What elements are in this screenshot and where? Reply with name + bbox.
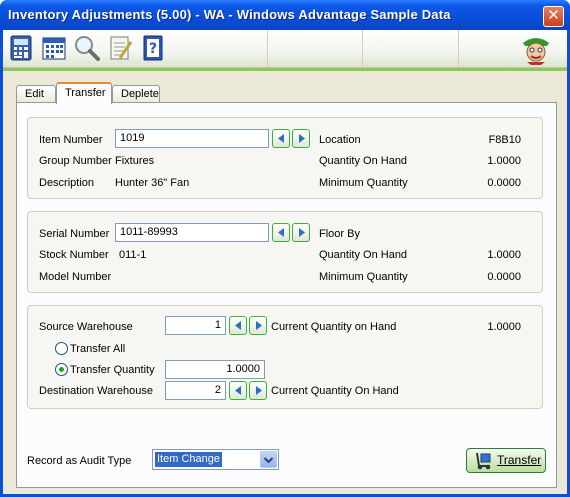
dropdown-button[interactable] [260, 451, 277, 468]
current-qoh-label: Current Quantity on Hand [271, 321, 397, 333]
source-prev-button[interactable] [229, 316, 247, 335]
audit-type-label: Record as Audit Type [27, 455, 132, 467]
serial-min-qty-label: Minimum Quantity [319, 271, 408, 283]
transfer-quantity-label[interactable]: Transfer Quantity [70, 363, 155, 377]
location-value: F8B10 [488, 134, 521, 146]
source-warehouse-label: Source Warehouse [39, 321, 133, 333]
serial-number-input[interactable]: 1011-89993 [115, 223, 269, 242]
arrow-left-icon [235, 386, 241, 395]
source-warehouse-input[interactable]: 1 [165, 316, 226, 335]
toolbar: ? [3, 30, 567, 68]
serial-next-button[interactable] [292, 223, 310, 242]
description-value: Hunter 36" Fan [115, 177, 190, 189]
calculator-button[interactable] [7, 34, 35, 62]
serial-prev-button[interactable] [272, 223, 290, 242]
description-label: Description [39, 177, 95, 189]
client-area: ? Edit Transfer Deplete Item Number 1019… [3, 30, 567, 494]
source-nav [229, 316, 267, 335]
arrow-left-icon [235, 321, 241, 330]
serial-qoh-value: 1.0000 [487, 249, 521, 261]
item-number-label: Item Number [39, 134, 103, 146]
qoh-value: 1.0000 [487, 155, 521, 167]
notes-button[interactable] [106, 34, 134, 62]
arrow-right-icon [299, 134, 305, 143]
destination-nav [229, 381, 267, 400]
help-button[interactable]: ? [139, 34, 167, 62]
serial-qoh-label: Quantity On Hand [319, 249, 408, 261]
item-next-button[interactable] [292, 129, 310, 148]
min-qty-value: 0.0000 [487, 177, 521, 189]
close-icon: ✕ [547, 7, 560, 24]
calendar-icon [42, 37, 66, 60]
item-nav [272, 129, 310, 148]
stock-number-value: 011-1 [119, 249, 147, 261]
item-group: Item Number 1019 Group Number Fixtures D… [27, 117, 543, 199]
title-bar[interactable]: Inventory Adjustments (5.00) - WA - Wind… [0, 0, 570, 30]
transfer-button[interactable]: Transfer [466, 448, 546, 473]
destination-qoh-label: Current Quantity On Hand [271, 385, 399, 397]
search-button[interactable] [73, 34, 101, 62]
group-number-label: Group Number [39, 155, 112, 167]
window-title: Inventory Adjustments (5.00) - WA - Wind… [8, 7, 451, 22]
audit-type-select[interactable]: Item Change [152, 449, 279, 470]
current-qoh-value: 1.0000 [487, 321, 521, 333]
mascot-logo-icon [523, 38, 549, 65]
svg-text:?: ? [149, 41, 157, 57]
serial-min-qty-value: 0.0000 [487, 271, 521, 283]
item-prev-button[interactable] [272, 129, 290, 148]
group-number-value: Fixtures [115, 155, 155, 167]
destination-next-button[interactable] [249, 381, 267, 400]
transfer-quantity-input[interactable]: 1.0000 [165, 360, 265, 379]
app-window: Inventory Adjustments (5.00) - WA - Wind… [0, 0, 570, 497]
chevron-down-icon [263, 457, 274, 464]
destination-warehouse-label: Destination Warehouse [39, 385, 153, 397]
destination-prev-button[interactable] [229, 381, 247, 400]
notepad-icon [110, 36, 133, 60]
qoh-label: Quantity On Hand [319, 155, 408, 167]
arrow-right-icon [299, 228, 305, 237]
serial-number-label: Serial Number [39, 228, 110, 240]
transfer-all-radio[interactable] [55, 342, 68, 355]
floor-by-label: Floor By [319, 228, 360, 240]
audit-type-value: Item Change [155, 452, 222, 467]
transfer-panel: Item Number 1019 Group Number Fixtures D… [16, 102, 557, 488]
stock-number-label: Stock Number [39, 249, 109, 261]
arrow-right-icon [256, 386, 262, 395]
tab-deplete[interactable]: Deplete [112, 85, 160, 103]
tab-transfer[interactable]: Transfer [56, 82, 112, 104]
min-qty-label: Minimum Quantity [319, 177, 408, 189]
serial-nav [272, 223, 310, 242]
model-number-label: Model Number [39, 271, 112, 283]
magnifier-icon [75, 36, 100, 61]
destination-warehouse-input[interactable]: 2 [165, 381, 226, 400]
mascot-logo [519, 33, 553, 65]
transfer-button-label: Transfer [497, 453, 542, 467]
arrow-left-icon [278, 134, 284, 143]
arrow-right-icon [256, 321, 262, 330]
close-button[interactable]: ✕ [543, 6, 564, 27]
transfer-all-label[interactable]: Transfer All [70, 342, 125, 356]
transfer-quantity-radio[interactable] [55, 363, 68, 376]
calendar-button[interactable] [40, 34, 68, 62]
warehouse-group: Source Warehouse 1 Current Quantity on H… [27, 305, 543, 409]
item-number-input[interactable]: 1019 [115, 129, 269, 148]
hand-truck-icon [476, 452, 491, 470]
source-next-button[interactable] [249, 316, 267, 335]
location-label: Location [319, 134, 361, 146]
calculator-icon [10, 35, 32, 61]
arrow-left-icon [278, 228, 284, 237]
help-book-icon: ? [143, 35, 163, 61]
tab-edit[interactable]: Edit [16, 85, 56, 103]
serial-group: Serial Number 1011-89993 Stock Number 01… [27, 211, 543, 293]
